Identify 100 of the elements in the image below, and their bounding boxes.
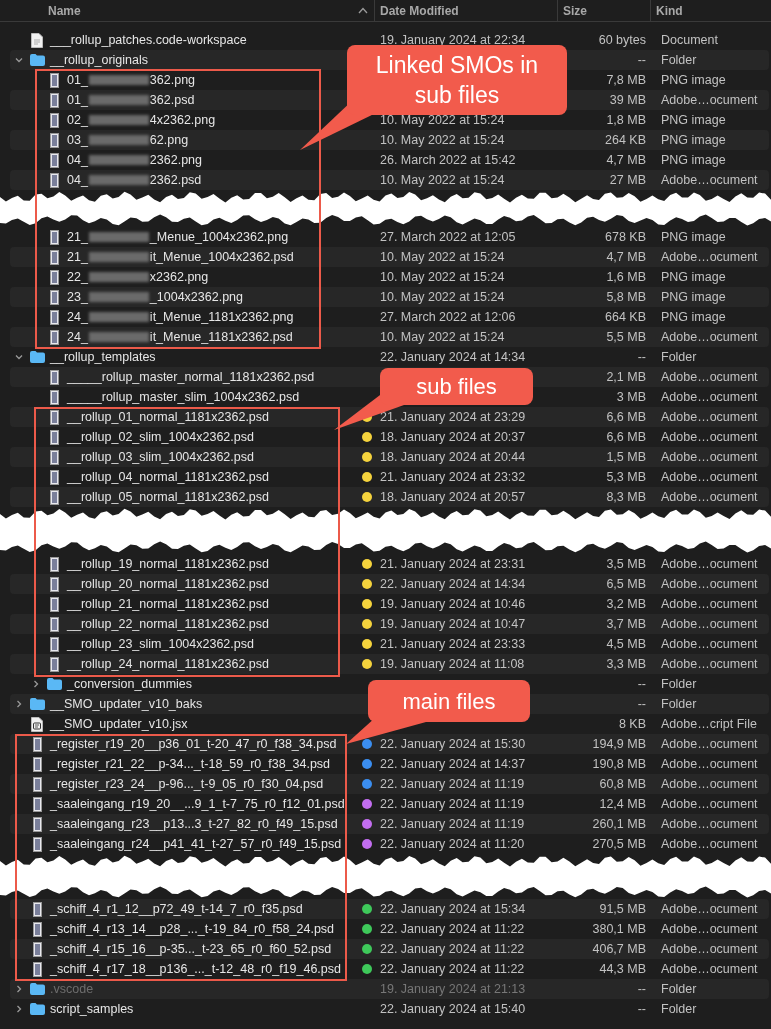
date-modified: 10. May 2022 at 15:24 [380, 289, 505, 304]
file-size: 380,1 MB [592, 920, 646, 938]
disclosure-chevron-icon[interactable] [31, 680, 40, 688]
column-header[interactable]: Kind [656, 1, 683, 20]
file-name[interactable]: script_samples [50, 999, 134, 1019]
disclosure-chevron-icon[interactable] [14, 985, 23, 993]
file-name[interactable]: 24_ [67, 327, 88, 347]
file-name[interactable]: _register_r23_24__p-96..._t-9_05_r0_f30_04.psd [50, 774, 324, 794]
file-name[interactable]: __rollup_23_slim_1004x2362.psd [67, 634, 254, 654]
file-name[interactable]: _____rollup_master_slim_1004x2362.psd [67, 387, 300, 407]
file-name-end: x2362.png [149, 268, 209, 286]
file-name[interactable]: _____rollup_master_normal_1181x2362.psd [67, 367, 315, 387]
file-kind: Folder [661, 981, 697, 996]
file-name[interactable]: _saaleingang_r24__p41_41_t-27_57_r0_f49_15.psd [50, 834, 342, 854]
sort-ascending-icon[interactable] [358, 7, 368, 14]
file-name[interactable]: ___rollup_patches.code-workspace [50, 30, 247, 50]
file-kind: Adobe…ocument [661, 816, 758, 831]
file-name[interactable]: __SMO_updater_v10_baks [50, 694, 203, 714]
file-kind: Adobe…ocument [661, 656, 758, 671]
file-name[interactable]: __rollup_22_normal_1181x2362.psd [67, 614, 269, 634]
file-kind: Adobe…ocument [661, 449, 758, 464]
image-thumbnail-icon [49, 229, 59, 245]
image-thumbnail-icon [32, 756, 42, 772]
disclosure-chevron-icon[interactable] [14, 353, 23, 361]
file-kind: Adobe…ocument [661, 941, 758, 956]
file-name[interactable]: 03_ [67, 130, 88, 150]
file-name[interactable]: 24_ [67, 307, 88, 327]
image-thumbnail-icon [49, 152, 59, 168]
file-kind: Adobe…ocument [661, 921, 758, 936]
file-name[interactable]: __rollup_20_normal_1181x2362.psd [67, 574, 269, 594]
disclosure-chevron-icon[interactable] [14, 700, 23, 708]
date-modified: 22. January 2024 at 14:34 [380, 576, 526, 591]
file-name[interactable]: _saaleingang_r19_20__...9_1_t-7_75_r0_f12_01.psd [50, 794, 345, 814]
file-kind: Adobe…ocument [661, 776, 758, 791]
date-modified: 22. January 2024 at 15:40 [380, 1001, 526, 1016]
file-name-end: 362.psd [149, 91, 195, 109]
image-thumbnail-icon [49, 132, 59, 148]
date-modified: 22. January 2024 at 11:22 [380, 921, 525, 936]
file-name[interactable]: __rollup_05_normal_1181x2362.psd [67, 487, 269, 507]
file-size: 194,9 MB [592, 735, 646, 753]
blurred-patch [88, 75, 149, 85]
file-name[interactable]: _saaleingang_r23__p13...3_t-27_82_r0_f49_15.psd [50, 814, 338, 834]
file-name-end: 62.png [149, 131, 189, 149]
file-size: 406,7 MB [592, 940, 646, 958]
document-icon [31, 32, 43, 48]
file-name[interactable]: 01_ [67, 90, 88, 110]
file-name[interactable]: _schiff_4_r13_14__p28_..._t-19_84_r0_f58_24.psd [50, 919, 335, 939]
file-name[interactable]: _schiff_4_r17_18__p136_..._t-12_48_r0_f19_46.psd [50, 959, 341, 979]
file-name[interactable]: __rollup_02_slim_1004x2362.psd [67, 427, 254, 447]
file-size: 27 MB [609, 171, 646, 189]
file-name[interactable]: __rollup_templates [50, 347, 156, 367]
file-name[interactable]: 04_ [67, 150, 88, 170]
image-thumbnail-icon [49, 616, 59, 632]
file-name[interactable]: _schiff_4_r1_12__p72_49_t-14_7_r0_f35.psd [50, 899, 303, 919]
file-name[interactable]: __rollup_originals [50, 50, 148, 70]
date-modified: 22. January 2024 at 11:20 [380, 836, 525, 851]
disclosure-chevron-icon[interactable] [14, 56, 23, 64]
file-size: 5,5 MB [606, 328, 646, 346]
file-name[interactable]: _schiff_4_r15_16__p-35..._t-23_65_r0_f60_52.psd [50, 939, 332, 959]
column-header[interactable]: Name [48, 1, 81, 20]
file-name[interactable]: __rollup_21_normal_1181x2362.psd [67, 594, 269, 614]
file-name[interactable]: __rollup_04_normal_1181x2362.psd [67, 467, 269, 487]
file-name[interactable]: _conversion_dummies [67, 674, 193, 694]
file-kind: Adobe…ocument [661, 389, 758, 404]
file-size: 8 KB [618, 715, 646, 733]
file-kind: Adobe…ocument [661, 556, 758, 571]
file-name[interactable]: __SMO_updater_v10.jsx [50, 714, 188, 734]
file-name[interactable]: 02_ [67, 110, 88, 130]
file-kind: Adobe…ocument [661, 369, 758, 384]
file-name-end: 4x2362.png [149, 111, 216, 129]
date-modified: 19. January 2024 at 21:13 [380, 981, 526, 996]
file-size: 60 bytes [598, 31, 646, 49]
file-size: 6,6 MB [606, 428, 646, 446]
file-name[interactable]: 21_ [67, 247, 88, 267]
disclosure-chevron-icon[interactable] [14, 1005, 23, 1013]
file-kind: Adobe…ocument [661, 901, 758, 916]
blurred-patch [88, 95, 149, 105]
blurred-patch [88, 332, 149, 342]
file-kind: Adobe…ocument [661, 616, 758, 631]
file-name[interactable]: 01_ [67, 70, 88, 90]
column-header[interactable]: Date Modified [380, 1, 459, 20]
image-thumbnail-icon [49, 449, 59, 465]
blurred-patch [88, 155, 149, 165]
file-name[interactable]: 21_ [67, 227, 88, 247]
file-name[interactable]: 23_ [67, 287, 88, 307]
column-header[interactable]: Size [563, 1, 587, 20]
file-name[interactable]: _register_r19_20__p36_01_t-20_47_r0_f38_34.psd [50, 734, 337, 754]
date-modified: 22. January 2024 at 11:22 [380, 941, 525, 956]
file-name[interactable]: _register_r21_22__p-34..._t-18_59_r0_f38_34.psd [50, 754, 331, 774]
file-size: 3,7 MB [606, 615, 646, 633]
file-name-end: 2362.psd [149, 171, 202, 189]
file-name[interactable]: __rollup_19_normal_1181x2362.psd [67, 554, 269, 574]
file-name[interactable]: 04_ [67, 170, 88, 190]
file-name[interactable]: __rollup_01_normal_1181x2362.psd [67, 407, 269, 427]
date-modified: 10. May 2022 at 15:24 [380, 329, 505, 344]
file-name[interactable]: 22_ [67, 267, 88, 287]
file-size: 260,1 MB [592, 815, 646, 833]
file-size: 4,5 MB [606, 635, 646, 653]
file-name[interactable]: __rollup_24_normal_1181x2362.psd [67, 654, 269, 674]
file-name[interactable]: __rollup_03_slim_1004x2362.psd [67, 447, 254, 467]
